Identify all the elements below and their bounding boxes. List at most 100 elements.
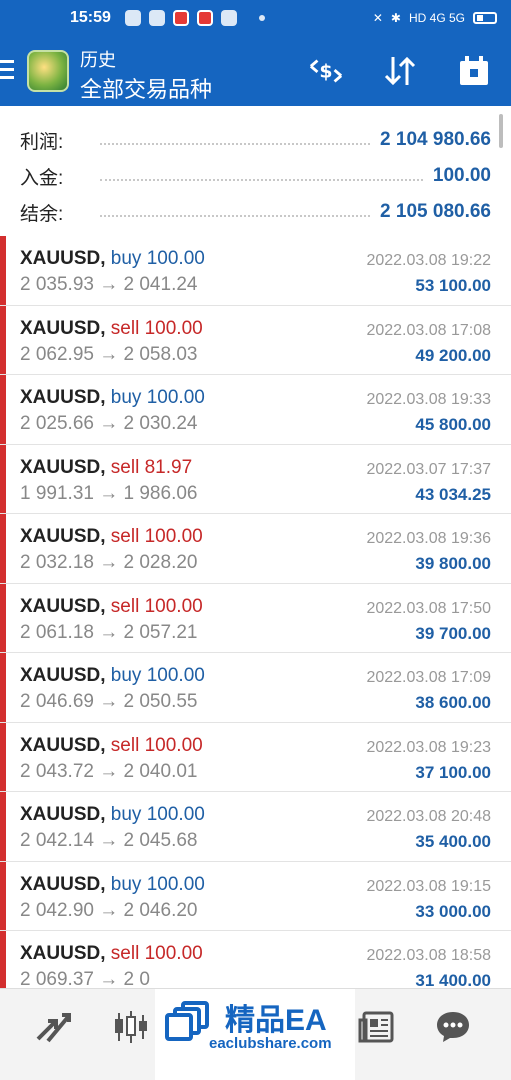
trade-date: 2022.03.08 19:33 <box>366 391 491 408</box>
trade-symbol-line: XAUUSD, buy 100.00 <box>20 874 205 896</box>
trade-symbol-line: XAUUSD, buy 100.00 <box>20 804 205 826</box>
trade-symbol-line: XAUUSD, buy 100.00 <box>20 387 205 409</box>
trade-row[interactable]: XAUUSD, sell 100.00 2 061.18 → 2 057.21 … <box>0 583 511 653</box>
system-status: ✕ ✱ HD 4G 5G <box>373 11 497 25</box>
trade-symbol: XAUUSD, <box>20 317 106 339</box>
trade-row[interactable]: XAUUSD, buy 100.00 2 046.69 → 2 050.55 2… <box>0 653 511 723</box>
news-app-icon <box>172 10 189 26</box>
deposit-label: 入金: <box>20 167 64 189</box>
page-title[interactable]: 全部交易品种 <box>80 72 212 104</box>
trade-profit: 39 800.00 <box>415 554 491 573</box>
wechat-icon <box>148 10 165 26</box>
deposit-row: 入金: 100.00 <box>0 158 511 194</box>
trade-prices: 2 042.90 → 2 046.20 <box>20 899 198 921</box>
trade-row[interactable]: XAUUSD, buy 100.00 2 042.90 → 2 046.20 2… <box>0 861 511 931</box>
trade-marker <box>0 236 6 305</box>
trade-prices: 2 042.14 → 2 045.68 <box>20 830 198 851</box>
status-time: 15:59 <box>70 9 111 26</box>
trade-side: buy <box>110 248 142 269</box>
trade-prices: 2 046.69 → 2 050.55 <box>20 691 198 712</box>
trade-row[interactable]: XAUUSD, buy 100.00 2 042.14 → 2 045.68 2… <box>0 792 511 862</box>
trade-row[interactable]: XAUUSD, sell 100.00 2 062.95 → 2 058.03 … <box>0 305 511 375</box>
trade-side: buy <box>110 873 142 895</box>
trade-marker <box>0 792 6 861</box>
trade-row[interactable]: XAUUSD, buy 100.00 2 035.93 → 2 041.24 2… <box>0 236 511 306</box>
trade-symbol-line: XAUUSD, sell 100.00 <box>20 735 203 757</box>
calendar-icon[interactable] <box>456 54 492 88</box>
watermark-title: 精品EA <box>225 1004 327 1037</box>
trade-side: buy <box>110 387 142 408</box>
trade-side: sell <box>110 317 140 339</box>
currency-swap-icon[interactable]: $ <box>308 54 344 88</box>
trade-prices: 2 062.95 → 2 058.03 <box>20 343 198 365</box>
news-icon[interactable] <box>356 1007 398 1047</box>
trade-row[interactable]: XAUUSD, buy 100.00 2 025.66 → 2 030.24 2… <box>0 375 511 445</box>
dotted-leader <box>100 215 371 217</box>
trade-volume: 100.00 <box>146 665 205 686</box>
candlestick-chart-icon[interactable] <box>110 1007 152 1047</box>
trade-volume: 100.00 <box>144 943 203 964</box>
trade-profit: 39 700.00 <box>415 623 491 643</box>
trade-marker <box>0 931 6 988</box>
trade-side: sell <box>110 943 140 964</box>
trade-volume: 100.00 <box>146 248 205 269</box>
trade-row[interactable]: XAUUSD, sell 100.00 2 032.18 → 2 028.20 … <box>0 514 511 584</box>
mute-icon: ✕ <box>372 11 383 25</box>
trade-profit: 38 600.00 <box>415 693 491 712</box>
trade-prices: 2 061.18 → 2 057.21 <box>20 621 198 643</box>
trade-profit: 31 400.00 <box>415 971 491 988</box>
trade-side: sell <box>110 734 140 756</box>
trade-symbol: XAUUSD, <box>20 873 106 895</box>
trade-volume: 100.00 <box>146 387 205 408</box>
trade-date: 2022.03.08 17:50 <box>366 599 491 617</box>
sort-icon[interactable] <box>382 54 418 88</box>
trade-date: 2022.03.08 19:15 <box>366 877 491 895</box>
trade-symbol: XAUUSD, <box>20 804 106 825</box>
trade-volume: 100.00 <box>144 526 203 547</box>
svg-text:$: $ <box>319 61 332 83</box>
trade-row[interactable]: XAUUSD, sell 100.00 2 043.72 → 2 040.01 … <box>0 722 511 792</box>
watermark-logo <box>165 1001 209 1041</box>
trade-profit: 49 200.00 <box>415 345 491 365</box>
trade-date: 2022.03.08 19:22 <box>366 252 491 269</box>
trade-date: 2022.03.07 17:37 <box>366 460 491 478</box>
notification-app-icon <box>124 10 141 26</box>
trade-profit: 43 034.25 <box>415 484 491 504</box>
trade-row[interactable]: XAUUSD, sell 100.00 2 069.37 → 2 0 2022.… <box>0 931 511 988</box>
trade-volume: 81.97 <box>144 456 193 478</box>
trade-prices: 2 025.66 → 2 030.24 <box>20 413 198 434</box>
profit-label: 利润: <box>20 131 64 153</box>
profit-row: 利润: 2 104 980.66 <box>0 122 511 158</box>
trade-prices: 2 035.93 → 2 041.24 <box>20 274 198 295</box>
trade-row[interactable]: XAUUSD, sell 81.97 1 991.31 → 1 986.06 2… <box>0 444 511 514</box>
profit-value: 2 104 980.66 <box>380 129 491 150</box>
trade-marker <box>0 722 6 791</box>
app-bar: 历史 全部交易品种 $ <box>0 36 511 106</box>
scrollbar[interactable] <box>499 114 503 148</box>
trade-symbol-line: XAUUSD, buy 100.00 <box>20 248 205 270</box>
trade-date: 2022.03.08 17:08 <box>366 321 491 339</box>
trade-side: buy <box>110 665 142 686</box>
trade-date: 2022.03.08 18:58 <box>366 947 491 964</box>
trade-symbol-line: XAUUSD, sell 100.00 <box>20 526 203 548</box>
trade-symbol-line: XAUUSD, sell 100.00 <box>20 943 203 965</box>
trade-date: 2022.03.08 19:23 <box>366 738 491 756</box>
trade-side: buy <box>110 804 142 825</box>
trade-side: sell <box>110 526 140 547</box>
trade-symbol-line: XAUUSD, sell 100.00 <box>20 318 203 340</box>
notification-icons <box>124 10 265 26</box>
trade-arrows-icon[interactable] <box>32 1007 74 1047</box>
trade-symbol: XAUUSD, <box>20 734 106 756</box>
trade-date: 2022.03.08 20:48 <box>366 808 491 825</box>
trade-prices: 1 991.31 → 1 986.06 <box>20 482 198 504</box>
watermark-url: eaclubshare.com <box>209 1035 332 1052</box>
trade-volume: 100.00 <box>144 317 203 339</box>
page-subtitle: 历史 <box>80 50 116 70</box>
menu-icon[interactable] <box>0 60 14 82</box>
more-dot-icon <box>258 15 265 21</box>
network-indicator: HD 4G 5G <box>408 11 465 25</box>
balance-value: 2 105 080.66 <box>380 201 491 222</box>
trade-profit: 45 800.00 <box>415 415 491 434</box>
chat-icon[interactable] <box>432 1007 474 1047</box>
trade-volume: 100.00 <box>144 595 203 617</box>
